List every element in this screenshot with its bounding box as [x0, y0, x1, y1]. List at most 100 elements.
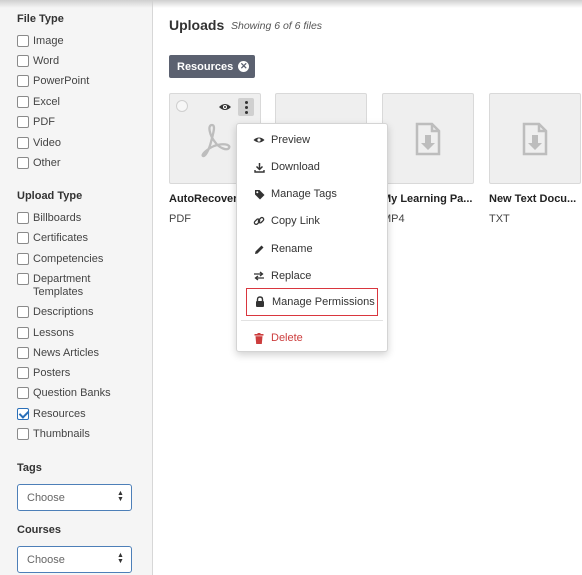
- checkbox[interactable]: [17, 232, 29, 244]
- filter-question-banks[interactable]: Question Banks: [17, 387, 111, 400]
- file-type: PDF: [169, 213, 191, 225]
- menu-item-manage-permissions[interactable]: Manage Permissions: [246, 288, 378, 316]
- file-card[interactable]: [489, 93, 581, 184]
- filter-news-articles[interactable]: News Articles: [17, 347, 99, 360]
- menu-item-manage-tags[interactable]: Manage Tags: [237, 183, 387, 205]
- lock-icon: [254, 296, 266, 308]
- file-name[interactable]: My Learning Pa...: [382, 193, 476, 205]
- filter-department-templates[interactable]: Department Templates: [17, 273, 107, 299]
- checkbox-label: PDF: [33, 116, 55, 128]
- upload-type-title: Upload Type: [17, 190, 83, 202]
- checkbox-label: News Articles: [33, 347, 100, 359]
- menu-item-replace[interactable]: Replace: [237, 265, 387, 287]
- checkbox-label: Excel: [33, 96, 60, 108]
- checkbox-label: Billboards: [33, 212, 82, 224]
- file-type: TXT: [489, 213, 510, 225]
- checkbox[interactable]: [17, 306, 29, 318]
- checkbox-label: PowerPoint: [33, 75, 90, 87]
- filter-resources[interactable]: Resources: [17, 408, 86, 421]
- checkbox-label: Descriptions: [33, 306, 94, 318]
- checkbox-label: Image: [33, 35, 64, 47]
- courses-select-value: Choose: [27, 553, 65, 566]
- menu-item-label: Delete: [271, 332, 303, 344]
- checkbox[interactable]: [17, 347, 29, 359]
- checkbox[interactable]: [17, 35, 29, 47]
- menu-divider: [241, 320, 383, 321]
- page-title: Uploads: [169, 17, 225, 33]
- checkbox[interactable]: [17, 75, 29, 87]
- checkbox[interactable]: [17, 137, 29, 149]
- file-name[interactable]: AutoRecovery: [169, 193, 239, 205]
- menu-item-copy-link[interactable]: Copy Link: [237, 210, 387, 232]
- select-arrows-icon: ▲ ▼: [117, 552, 124, 565]
- filter-word[interactable]: Word: [17, 55, 59, 68]
- remove-filter-icon[interactable]: ✕: [238, 61, 250, 72]
- checkbox-label: Thumbnails: [33, 428, 90, 440]
- menu-item-delete[interactable]: Delete: [237, 327, 387, 349]
- courses-title: Courses: [17, 524, 62, 536]
- filter-posters[interactable]: Posters: [17, 367, 70, 380]
- menu-item-label: Rename: [271, 243, 313, 255]
- more-options-icon[interactable]: [238, 98, 254, 116]
- menu-item-label: Manage Permissions: [272, 296, 375, 308]
- tags-title: Tags: [17, 462, 42, 474]
- checkbox[interactable]: [17, 116, 29, 128]
- checkbox-label: Resources: [33, 408, 86, 420]
- download-icon: [253, 161, 265, 173]
- menu-item-preview[interactable]: Preview: [237, 129, 387, 151]
- file-download-icon: [522, 122, 548, 156]
- filter-image[interactable]: Image: [17, 35, 64, 48]
- menu-item-label: Download: [271, 161, 320, 173]
- checkbox[interactable]: [17, 327, 29, 339]
- menu-item-label: Copy Link: [271, 215, 320, 227]
- tags-select[interactable]: Choose ▲ ▼: [17, 484, 132, 511]
- trash-icon: [253, 332, 265, 344]
- filter-descriptions[interactable]: Descriptions: [17, 306, 94, 319]
- select-arrows-icon: ▲ ▼: [117, 490, 124, 503]
- checkbox[interactable]: [17, 55, 29, 67]
- tag-icon: [253, 188, 265, 200]
- filter-powerpoint[interactable]: PowerPoint: [17, 75, 89, 88]
- filter-sidebar: File Type Image Word PowerPoint Excel PD…: [0, 0, 153, 575]
- link-icon: [253, 215, 265, 227]
- filter-lessons[interactable]: Lessons: [17, 327, 74, 340]
- checkbox-label: Lessons: [33, 327, 74, 339]
- checkbox[interactable]: [17, 273, 29, 285]
- filter-chip-resources[interactable]: Resources ✕: [169, 55, 256, 78]
- checkbox[interactable]: [17, 253, 29, 265]
- pencil-icon: [253, 243, 265, 255]
- filter-pdf[interactable]: PDF: [17, 116, 55, 129]
- filter-certificates[interactable]: Certificates: [17, 232, 88, 245]
- file-card[interactable]: [382, 93, 474, 184]
- checkbox[interactable]: [17, 157, 29, 169]
- filter-thumbnails[interactable]: Thumbnails: [17, 428, 90, 441]
- checkbox-label: Word: [33, 55, 60, 67]
- filter-other[interactable]: Other: [17, 157, 61, 170]
- filter-video[interactable]: Video: [17, 137, 61, 150]
- checkbox-checked[interactable]: [17, 408, 29, 420]
- chip-label: Resources: [177, 60, 234, 73]
- menu-item-rename[interactable]: Rename: [237, 238, 387, 260]
- pdf-icon: [201, 123, 231, 158]
- checkbox[interactable]: [17, 367, 29, 379]
- checkbox[interactable]: [17, 212, 29, 224]
- tags-select-value: Choose: [27, 491, 65, 504]
- menu-item-download[interactable]: Download: [237, 156, 387, 178]
- checkbox-label: Other: [33, 157, 61, 169]
- preview-eye-icon[interactable]: [218, 102, 232, 112]
- checkbox-label: Competencies: [33, 253, 104, 265]
- filter-excel[interactable]: Excel: [17, 96, 60, 109]
- filter-billboards[interactable]: Billboards: [17, 212, 81, 225]
- file-context-menu: Preview Download Manage Tags Copy Link R…: [236, 123, 388, 352]
- file-name[interactable]: New Text Docu...: [489, 193, 579, 205]
- checkbox-label: Video: [33, 137, 61, 149]
- file-type-title: File Type: [17, 13, 64, 25]
- courses-select[interactable]: Choose ▲ ▼: [17, 546, 132, 573]
- swap-icon: [253, 270, 265, 282]
- checkbox[interactable]: [17, 387, 29, 399]
- select-radio[interactable]: [176, 100, 188, 112]
- checkbox[interactable]: [17, 428, 29, 440]
- checkbox[interactable]: [17, 96, 29, 108]
- menu-item-label: Replace: [271, 270, 312, 282]
- filter-competencies[interactable]: Competencies: [17, 253, 103, 266]
